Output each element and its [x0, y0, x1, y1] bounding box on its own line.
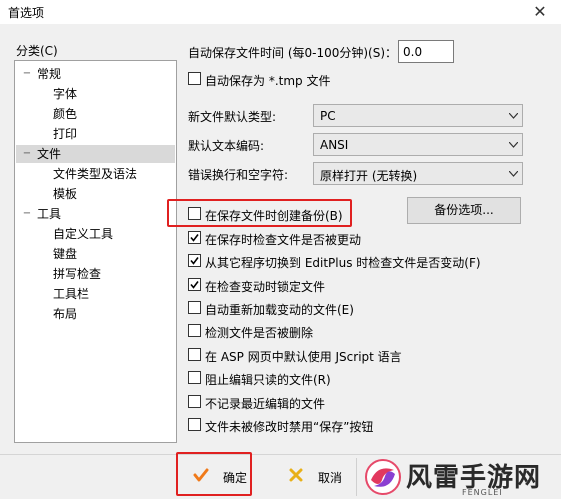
tree-item-label: 工具: [37, 207, 62, 221]
tree-item[interactable]: − 常规: [16, 65, 175, 83]
tree-item[interactable]: 打印: [16, 125, 175, 143]
tree-item-label: 文件类型及语法: [53, 167, 138, 181]
autosave-tmp-label: 自动保存为 *.tmp 文件: [205, 74, 331, 88]
wrap-whitespace-select[interactable]: 原样打开 (无转换): [313, 162, 523, 185]
check-icon: [190, 257, 199, 265]
checkbox-box[interactable]: [188, 395, 201, 408]
window-title: 首选项: [8, 6, 45, 20]
tree-item-label: 拼写检查: [53, 267, 102, 281]
title-bar: 首选项 ✕: [0, 0, 561, 24]
autosave-interval-input[interactable]: [398, 40, 454, 63]
checkbox-label: 从其它程序切换到 EditPlus 时检查文件是否变动(F): [205, 256, 481, 270]
checkbox-label: 文件未被修改时禁用“保存”按钮: [205, 420, 374, 434]
category-tree[interactable]: − 常规 字体 颜色 打印 − 文件 文件类型及语法 模板 − 工具 自定义工具 键盘 拼写检查 工具栏 布局: [14, 60, 177, 443]
tree-expander-icon[interactable]: −: [20, 145, 34, 163]
default-encoding-select[interactable]: ANSI: [313, 133, 523, 156]
checkbox-label: 在保存时检查文件是否被更动: [205, 233, 362, 247]
cancel-button[interactable]: 取消: [286, 458, 356, 494]
tree-item[interactable]: 布局: [16, 305, 175, 323]
tree-item[interactable]: 键盘: [16, 245, 175, 263]
check-icon: [190, 281, 199, 289]
checkbox-label: 阻止编辑只读的文件(R): [205, 373, 331, 387]
tree-item-label: 文件: [37, 147, 62, 161]
checkbox-label: 在保存文件时创建备份(B): [205, 209, 343, 223]
tree-item-label: 打印: [53, 127, 78, 141]
tree-item[interactable]: 字体: [16, 85, 175, 103]
checkbox-box[interactable]: [188, 278, 201, 291]
tree-item-label: 布局: [53, 307, 78, 321]
tree-item[interactable]: 文件类型及语法: [16, 165, 175, 183]
default-encoding-value: ANSI: [320, 138, 349, 152]
new-file-type-select[interactable]: PC: [313, 104, 523, 127]
close-icon[interactable]: ✕: [525, 0, 555, 24]
tree-item[interactable]: 模板: [16, 185, 175, 203]
checkbox-box[interactable]: [188, 72, 201, 85]
tree-item[interactable]: 颜色: [16, 105, 175, 123]
tree-item-label: 模板: [53, 187, 78, 201]
cross-icon: [289, 468, 303, 482]
brand-watermark: 风雷手游网 FENGLEI: [362, 455, 561, 499]
brand-logo-icon: [365, 459, 401, 495]
tree-expander-icon[interactable]: −: [20, 65, 34, 83]
category-label: 分类(C): [16, 44, 58, 58]
tree-item[interactable]: 工具栏: [16, 285, 175, 303]
tree-item-label: 键盘: [53, 247, 78, 261]
tree-item-label: 自定义工具: [53, 227, 114, 241]
checkbox-box[interactable]: [188, 348, 201, 361]
tree-item[interactable]: 拼写检查: [16, 265, 175, 283]
tree-item[interactable]: − 文件: [16, 145, 175, 163]
checkbox-box[interactable]: [188, 207, 201, 220]
tree-item-label: 常规: [37, 67, 62, 81]
tree-expander-icon[interactable]: −: [20, 205, 34, 223]
checkbox-box[interactable]: [188, 231, 201, 244]
wrap-whitespace-value: 原样打开 (无转换): [320, 169, 418, 183]
checkbox-label: 检测文件是否被删除: [205, 326, 314, 340]
checkbox-label: 在检查变动时锁定文件: [205, 280, 326, 294]
chevron-down-icon: [509, 113, 518, 119]
tree-item[interactable]: − 工具: [16, 205, 175, 223]
footer-separator: [356, 458, 357, 496]
checkbox-label: 不记录最近编辑的文件: [205, 397, 326, 411]
new-file-type-value: PC: [320, 109, 336, 123]
checkbox-box[interactable]: [188, 254, 201, 267]
chevron-down-icon: [509, 171, 518, 177]
autosave-label: 自动保存文件时间 (每0-100分钟)(S)：: [188, 46, 398, 60]
tree-item-label: 颜色: [53, 107, 78, 121]
chevron-down-icon: [509, 142, 518, 148]
tree-item-label: 字体: [53, 87, 78, 101]
cancel-label: 取消: [318, 471, 343, 485]
default-encoding-label: 默认文本编码:: [188, 139, 265, 153]
checkbox-box[interactable]: [188, 371, 201, 384]
ok-highlight-box: [176, 452, 252, 496]
checkbox-label: 自动重新加载变动的文件(E): [205, 303, 354, 317]
wrap-whitespace-label: 错误换行和空字符:: [188, 168, 289, 182]
check-icon: [190, 234, 199, 242]
checkbox-box[interactable]: [188, 324, 201, 337]
checkbox-box[interactable]: [188, 301, 201, 314]
brand-subtitle: FENGLEI: [462, 488, 503, 497]
new-file-type-label: 新文件默认类型:: [188, 110, 277, 124]
checkbox-label: 在 ASP 网页中默认使用 JScript 语言: [205, 350, 402, 364]
tree-item[interactable]: 自定义工具: [16, 225, 175, 243]
checkbox-box[interactable]: [188, 418, 201, 431]
tree-item-label: 工具栏: [53, 287, 90, 301]
backup-options-button[interactable]: 备份选项...: [407, 197, 521, 224]
